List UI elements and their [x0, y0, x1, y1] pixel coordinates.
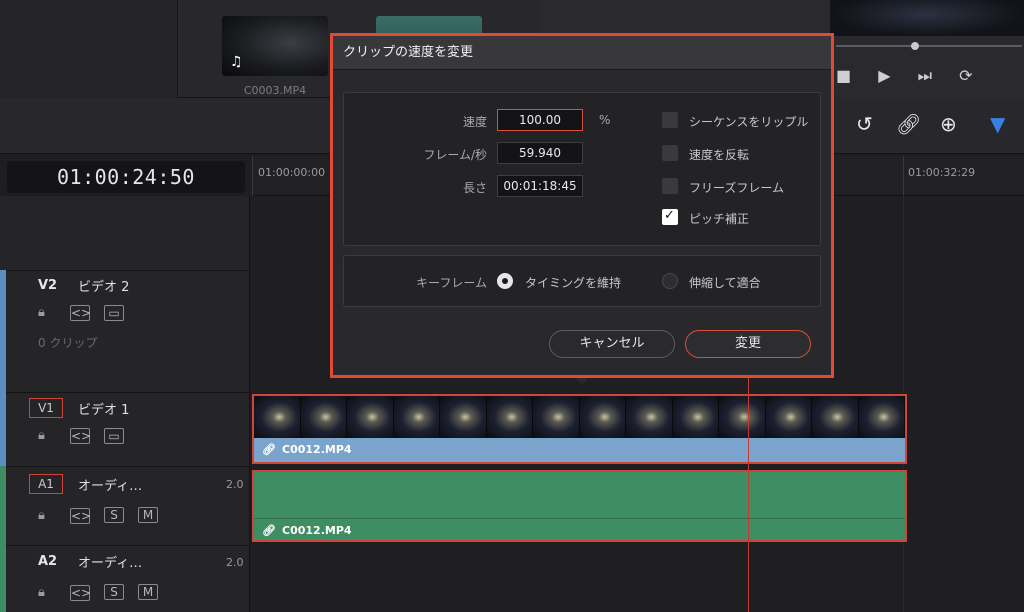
link-icon: 🔗︎	[262, 524, 276, 537]
reverse-speed-checkbox[interactable]	[662, 145, 678, 161]
viewer-frame	[830, 0, 1024, 36]
track-name-v1[interactable]: ビデオ 1	[78, 399, 129, 418]
track-label-a1[interactable]: A1	[29, 474, 63, 494]
flag-icon[interactable]: ▼	[990, 112, 1005, 136]
dialog-title: クリップの速度を変更	[333, 36, 831, 70]
ruler-tick	[903, 156, 904, 196]
next-clip-icon[interactable]: ⏭	[918, 66, 932, 86]
stop-icon[interactable]: ■	[836, 66, 851, 85]
track-divider	[0, 466, 250, 467]
video-clip-name: C0012.MP4	[282, 443, 352, 456]
track-name-a1[interactable]: オーディ…	[78, 475, 142, 494]
pitch-correction-checkbox[interactable]	[662, 208, 678, 225]
speed-unit: %	[599, 113, 611, 127]
music-note-icon: ♫	[230, 54, 243, 70]
track-label-a2: A2	[38, 554, 58, 569]
track-name-a2[interactable]: オーディ…	[78, 552, 142, 571]
ripple-sequence-label: シーケンスをリップル	[689, 115, 809, 129]
auto-select-icon[interactable]: <>	[70, 508, 91, 524]
lock-icon[interactable]: 🔒︎	[38, 585, 45, 600]
video-track-color	[0, 270, 6, 466]
ruler-tick	[252, 156, 253, 196]
media-pool-bins	[0, 0, 178, 98]
solo-button[interactable]: S	[104, 507, 124, 523]
transport-controls: ■ ▶ ⏭ ⟳	[836, 66, 995, 86]
audio-track-color	[0, 466, 6, 612]
track-label-v1[interactable]: V1	[29, 398, 63, 418]
link-icon: 🔗︎	[262, 443, 276, 456]
change-clip-speed-dialog: クリップの速度を変更 速度 100.00 % フレーム/秒 59.940 長さ …	[330, 33, 834, 378]
track-divider	[0, 270, 250, 271]
track-enable-icon[interactable]: ▭	[104, 305, 124, 321]
ripple-sequence-checkbox[interactable]	[662, 112, 678, 128]
keep-timing-radio[interactable]	[497, 273, 513, 289]
auto-select-icon[interactable]: <>	[70, 428, 91, 444]
viewer-scrub-handle[interactable]	[911, 42, 919, 50]
ruler-start-label: 01:00:00:00	[258, 166, 326, 179]
stretch-to-fit-radio[interactable]	[662, 273, 678, 289]
keep-timing-label: タイミングを維持	[525, 276, 622, 290]
clip-filmstrip	[254, 396, 905, 438]
viewer-scrub-bar[interactable]	[836, 45, 1022, 47]
audio-channel-format: 2.0	[226, 478, 244, 491]
auto-select-icon[interactable]: <>	[70, 305, 91, 321]
audio-channel-format: 2.0	[226, 556, 244, 569]
lock-icon[interactable]: 🔒︎	[38, 305, 45, 320]
loop-icon[interactable]: ⟳	[959, 66, 972, 85]
track-name-v2[interactable]: ビデオ 2	[78, 276, 129, 295]
change-button[interactable]: 変更	[685, 330, 811, 358]
freeze-frame-checkbox[interactable]	[662, 178, 678, 194]
mute-button[interactable]: M	[138, 507, 158, 523]
track-clip-count: 0 クリップ	[38, 336, 98, 350]
media-clip-name: C0003.MP4	[243, 84, 307, 97]
snap-icon[interactable]: ↺	[856, 112, 873, 136]
solo-button[interactable]: S	[104, 584, 124, 600]
speed-input[interactable]: 100.00	[497, 109, 583, 131]
audio-clip-name: C0012.MP4	[282, 524, 352, 537]
keyframe-label: キーフレーム	[416, 276, 487, 290]
link-icon[interactable]: 🔗︎	[896, 112, 921, 136]
track-label-v2: V2	[38, 278, 58, 293]
media-clip-thumbnail[interactable]: ♫	[222, 16, 328, 76]
fps-input[interactable]: 59.940	[497, 142, 583, 164]
clip-label-bar: 🔗︎ C0012.MP4	[254, 438, 905, 462]
fps-label: フレーム/秒	[423, 148, 487, 162]
duration-label: 長さ	[462, 181, 487, 195]
mute-button[interactable]: M	[138, 584, 158, 600]
lock-icon[interactable]: ⊕	[940, 112, 957, 136]
reverse-speed-label: 速度を反転	[689, 148, 750, 162]
video-clip[interactable]: 🔗︎ C0012.MP4	[252, 394, 907, 464]
cancel-button[interactable]: キャンセル	[549, 330, 675, 358]
audio-waveform	[254, 518, 905, 519]
lock-icon[interactable]: 🔒︎	[38, 428, 45, 443]
duration-input[interactable]: 00:01:18:45	[497, 175, 583, 197]
lock-icon[interactable]: 🔒︎	[38, 508, 45, 523]
stretch-to-fit-label: 伸縮して適合	[689, 276, 761, 290]
play-icon[interactable]: ▶	[878, 66, 890, 85]
auto-select-icon[interactable]: <>	[70, 585, 91, 601]
freeze-frame-label: フリーズフレーム	[689, 181, 785, 195]
speed-label: 速度	[462, 115, 487, 129]
track-divider	[0, 545, 250, 546]
track-enable-icon[interactable]: ▭	[104, 428, 124, 444]
track-divider	[0, 392, 250, 393]
audio-clip[interactable]: 🔗︎ C0012.MP4	[252, 470, 907, 542]
ruler-end-label: 01:00:32:29	[908, 166, 976, 179]
timeline-timecode[interactable]: 01:00:24:50	[7, 161, 245, 193]
pitch-correction-label: ピッチ補正	[689, 212, 750, 226]
